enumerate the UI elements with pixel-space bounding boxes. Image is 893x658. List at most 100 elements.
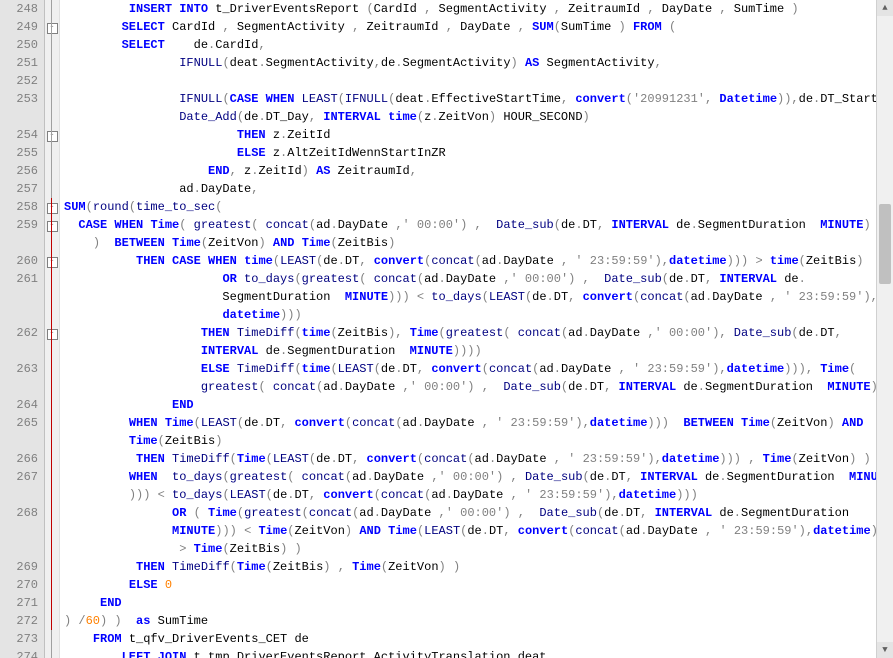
scrollbar-track[interactable] — [877, 16, 893, 642]
code-line[interactable]: 262- THEN TimeDiff(time(ZeitBis), Time(g… — [0, 324, 893, 360]
code-text[interactable]: THEN TimeDiff(Time(ZeitBis) , Time(ZeitV… — [60, 558, 893, 576]
code-line[interactable]: 248 INSERT INTO t_DriverEventsReport (Ca… — [0, 0, 893, 18]
code-text[interactable]: ELSE z.AltZeitIdWennStartInZR — [60, 144, 893, 162]
fold-gutter[interactable] — [45, 414, 60, 450]
fold-gutter[interactable]: - — [45, 252, 60, 270]
fold-toggle-icon[interactable]: - — [47, 329, 58, 340]
line-number: 268 — [0, 504, 45, 558]
line-number: 251 — [0, 54, 45, 72]
fold-gutter[interactable] — [45, 612, 60, 630]
fold-gutter[interactable] — [45, 576, 60, 594]
fold-gutter[interactable]: - — [45, 198, 60, 216]
code-text[interactable]: WHEN to_days(greatest( concat(ad.DayDate… — [60, 468, 893, 504]
code-text[interactable]: SELECT CardId , SegmentActivity , Zeitra… — [60, 18, 893, 36]
code-line[interactable]: 260- THEN CASE WHEN time(LEAST(de.DT, co… — [0, 252, 893, 270]
code-text[interactable]: THEN TimeDiff(Time(LEAST(de.DT, convert(… — [60, 450, 893, 468]
code-text[interactable]: ad.DayDate, — [60, 180, 893, 198]
fold-toggle-icon[interactable]: - — [47, 257, 58, 268]
fold-gutter[interactable]: - — [45, 324, 60, 360]
scroll-down-button[interactable]: ▼ — [877, 642, 893, 658]
code-line[interactable]: 267 WHEN to_days(greatest( concat(ad.Day… — [0, 468, 893, 504]
scrollbar-thumb[interactable] — [879, 204, 891, 284]
scrollbar-vertical[interactable]: ▲ ▼ — [876, 0, 893, 658]
code-line[interactable]: 268 OR ( Time(greatest(concat(ad.DayDate… — [0, 504, 893, 558]
fold-toggle-icon[interactable]: - — [47, 131, 58, 142]
line-number: 267 — [0, 468, 45, 504]
fold-gutter[interactable]: - — [45, 216, 60, 252]
fold-gutter[interactable] — [45, 468, 60, 504]
code-text[interactable]: IFNULL(CASE WHEN LEAST(IFNULL(deat.Effec… — [60, 90, 893, 126]
code-line[interactable]: 255 ELSE z.AltZeitIdWennStartInZR — [0, 144, 893, 162]
fold-gutter[interactable] — [45, 558, 60, 576]
code-text[interactable]: INSERT INTO t_DriverEventsReport (CardId… — [60, 0, 893, 18]
fold-gutter[interactable] — [45, 270, 60, 324]
line-number: 261 — [0, 270, 45, 324]
fold-gutter[interactable] — [45, 360, 60, 396]
code-text[interactable]: THEN CASE WHEN time(LEAST(de.DT, convert… — [60, 252, 893, 270]
code-line[interactable]: 270 ELSE 0 — [0, 576, 893, 594]
code-line[interactable]: 259- CASE WHEN Time( greatest( concat(ad… — [0, 216, 893, 252]
code-text[interactable]: THEN TimeDiff(time(ZeitBis), Time(greate… — [60, 324, 893, 360]
code-line[interactable]: 258-SUM(round(time_to_sec( — [0, 198, 893, 216]
code-text[interactable]: ELSE TimeDiff(time(LEAST(de.DT, convert(… — [60, 360, 893, 396]
code-line[interactable]: 261 OR to_days(greatest( concat(ad.DayDa… — [0, 270, 893, 324]
fold-gutter[interactable] — [45, 162, 60, 180]
code-text[interactable] — [60, 72, 893, 90]
fold-toggle-icon[interactable]: - — [47, 23, 58, 34]
fold-gutter[interactable]: - — [45, 126, 60, 144]
fold-gutter[interactable]: - — [45, 18, 60, 36]
code-text[interactable]: END, z.ZeitId) AS ZeitraumId, — [60, 162, 893, 180]
code-text[interactable]: OR to_days(greatest( concat(ad.DayDate ,… — [60, 270, 893, 324]
code-line[interactable]: 251 IFNULL(deat.SegmentActivity,de.Segme… — [0, 54, 893, 72]
fold-gutter[interactable] — [45, 72, 60, 90]
fold-gutter[interactable] — [45, 504, 60, 558]
fold-gutter[interactable] — [45, 648, 60, 658]
fold-gutter[interactable] — [45, 0, 60, 18]
fold-gutter[interactable] — [45, 450, 60, 468]
code-text[interactable]: OR ( Time(greatest(concat(ad.DayDate ,' … — [60, 504, 893, 558]
code-text[interactable]: THEN z.ZeitId — [60, 126, 893, 144]
code-area[interactable]: 248 INSERT INTO t_DriverEventsReport (Ca… — [0, 0, 893, 658]
scroll-up-button[interactable]: ▲ — [877, 0, 893, 16]
code-line[interactable]: 263 ELSE TimeDiff(time(LEAST(de.DT, conv… — [0, 360, 893, 396]
fold-gutter[interactable] — [45, 90, 60, 126]
fold-toggle-icon[interactable]: - — [47, 203, 58, 214]
line-number: 259 — [0, 216, 45, 252]
fold-gutter[interactable] — [45, 54, 60, 72]
code-line[interactable]: 271 END — [0, 594, 893, 612]
code-line[interactable]: 253 IFNULL(CASE WHEN LEAST(IFNULL(deat.E… — [0, 90, 893, 126]
code-line[interactable]: 272) /60) ) as SumTime — [0, 612, 893, 630]
code-text[interactable]: LEFT JOIN t_tmp_DriverEventsReport_Activ… — [60, 648, 893, 658]
code-text[interactable]: SUM(round(time_to_sec( — [60, 198, 893, 216]
fold-gutter[interactable] — [45, 594, 60, 612]
code-text[interactable]: SELECT de.CardId, — [60, 36, 893, 54]
code-line[interactable]: 264 END — [0, 396, 893, 414]
code-text[interactable]: IFNULL(deat.SegmentActivity,de.SegmentAc… — [60, 54, 893, 72]
code-line[interactable]: 252 — [0, 72, 893, 90]
code-line[interactable]: 249- SELECT CardId , SegmentActivity , Z… — [0, 18, 893, 36]
code-line[interactable]: 256 END, z.ZeitId) AS ZeitraumId, — [0, 162, 893, 180]
fold-toggle-icon[interactable]: - — [47, 221, 58, 232]
fold-gutter[interactable] — [45, 630, 60, 648]
code-line[interactable]: 269 THEN TimeDiff(Time(ZeitBis) , Time(Z… — [0, 558, 893, 576]
code-line[interactable]: 273 FROM t_qfv_DriverEvents_CET de — [0, 630, 893, 648]
code-text[interactable]: ) /60) ) as SumTime — [60, 612, 893, 630]
code-line[interactable]: 250 SELECT de.CardId, — [0, 36, 893, 54]
code-text[interactable]: ELSE 0 — [60, 576, 893, 594]
line-number: 255 — [0, 144, 45, 162]
code-line[interactable]: 265 WHEN Time(LEAST(de.DT, convert(conca… — [0, 414, 893, 450]
fold-gutter[interactable] — [45, 36, 60, 54]
code-editor[interactable]: 248 INSERT INTO t_DriverEventsReport (Ca… — [0, 0, 893, 658]
code-text[interactable]: CASE WHEN Time( greatest( concat(ad.DayD… — [60, 216, 893, 252]
code-text[interactable]: WHEN Time(LEAST(de.DT, convert(concat(ad… — [60, 414, 893, 450]
fold-gutter[interactable] — [45, 144, 60, 162]
code-line[interactable]: 266 THEN TimeDiff(Time(LEAST(de.DT, conv… — [0, 450, 893, 468]
code-line[interactable]: 274 LEFT JOIN t_tmp_DriverEventsReport_A… — [0, 648, 893, 658]
code-line[interactable]: 254- THEN z.ZeitId — [0, 126, 893, 144]
code-line[interactable]: 257 ad.DayDate, — [0, 180, 893, 198]
code-text[interactable]: END — [60, 594, 893, 612]
code-text[interactable]: FROM t_qfv_DriverEvents_CET de — [60, 630, 893, 648]
fold-gutter[interactable] — [45, 180, 60, 198]
fold-gutter[interactable] — [45, 396, 60, 414]
code-text[interactable]: END — [60, 396, 893, 414]
